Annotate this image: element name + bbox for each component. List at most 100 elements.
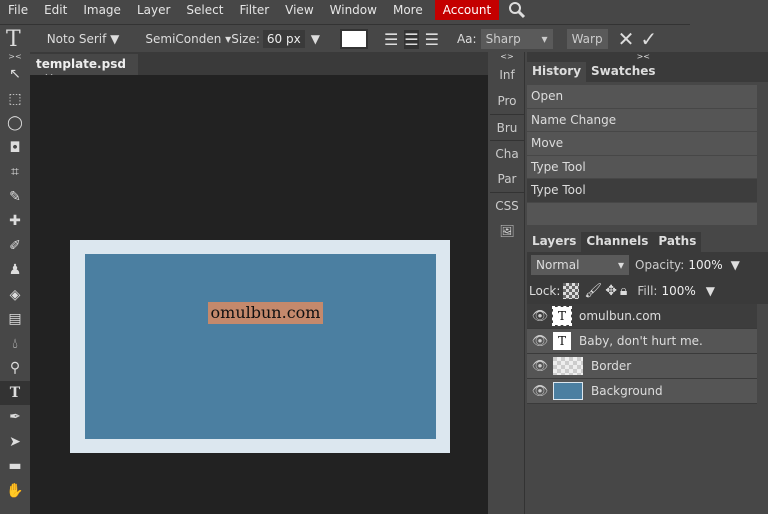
chevron-down-icon: ▾ (541, 32, 548, 46)
layer-row[interactable]: 👁︎ T Baby, don't hurt me. (527, 329, 757, 354)
hand-tool-icon[interactable]: ✋ (0, 479, 30, 504)
fill-label: Fill: (637, 284, 658, 298)
layer-name: omulbun.com (579, 309, 662, 323)
menu-account[interactable]: Account (434, 0, 500, 20)
layers-list: 👁︎ T omulbun.com 👁︎ T Baby, don't hurt m… (527, 304, 768, 404)
text-layer-omulbun[interactable]: omulbun.com (208, 302, 323, 324)
right-panels: >< History Swatches Open Name Change Mov… (527, 52, 768, 514)
search-icon[interactable] (507, 0, 527, 20)
document-tab-bar: template.psd ✕ (30, 52, 488, 85)
layer-row[interactable]: 👁︎ T omulbun.com (527, 304, 757, 329)
antialias-value: Sharp (485, 32, 521, 46)
font-style-select[interactable]: SemiConden ▾ (145, 32, 231, 46)
antialias-select[interactable]: Sharp ▾ (480, 29, 553, 49)
fill-input[interactable]: 100% (657, 282, 700, 300)
font-size-input[interactable]: 60 px (262, 30, 305, 48)
opacity-dropdown-icon[interactable]: ▼ (731, 258, 740, 272)
align-left-icon[interactable]: ☰ (384, 30, 398, 49)
tab-paths[interactable]: Paths (653, 232, 702, 252)
layer-name: Baby, don't hurt me. (579, 334, 703, 348)
menu-image[interactable]: Image (75, 0, 129, 20)
opacity-input[interactable]: 100% (684, 256, 727, 274)
expand-icon[interactable]: <> (490, 52, 524, 62)
layer-row[interactable]: 👁︎ Border (527, 354, 757, 379)
lasso-tool-icon[interactable]: ◯ (0, 111, 30, 136)
warp-button[interactable]: Warp (566, 29, 608, 49)
blur-tool-icon[interactable]: 💧︎ (0, 332, 30, 357)
opacity-label: Opacity: (635, 258, 685, 272)
layer-row[interactable]: 👁︎ Background (527, 379, 757, 404)
layer-name: Background (591, 384, 663, 398)
panel-brush[interactable]: Bru (490, 114, 524, 140)
panel-paragraph[interactable]: Par (490, 166, 524, 192)
eye-icon[interactable]: 👁︎ (527, 384, 553, 399)
image-icon[interactable]: 🖼︎ (490, 218, 524, 244)
canvas-fill: omulbun.com (85, 254, 436, 439)
tab-layers[interactable]: Layers (527, 232, 582, 252)
dodge-tool-icon[interactable]: ⚲ (0, 356, 30, 381)
blend-mode-select[interactable]: Normal ▾ (531, 255, 629, 275)
rectangle-tool-icon[interactable]: ▬ (0, 454, 30, 479)
brush-tool-icon[interactable]: ✐ (0, 234, 30, 259)
history-item[interactable]: Type Tool (527, 179, 757, 203)
lock-label: Lock: (529, 284, 561, 298)
size-dropdown-arrow[interactable]: ▼ (311, 32, 320, 46)
history-item[interactable]: Name Change (527, 108, 757, 132)
pen-tool-icon[interactable]: ✒ (0, 405, 30, 430)
menu-select[interactable]: Select (178, 0, 231, 20)
lock-transparency-icon[interactable] (563, 283, 580, 299)
align-right-icon[interactable]: ☰ (425, 30, 439, 49)
lock-move-icon[interactable]: ✥ (605, 283, 617, 299)
cancel-icon[interactable]: ✕ (618, 27, 635, 51)
panel-character[interactable]: Cha (490, 140, 524, 166)
tab-swatches[interactable]: Swatches (586, 62, 661, 82)
type-tool-icon[interactable]: T (0, 380, 30, 405)
panel-css[interactable]: CSS (490, 192, 524, 218)
align-center-icon[interactable]: ☰ (404, 29, 419, 49)
gradient-tool-icon[interactable]: ▤ (0, 307, 30, 332)
history-tabs: History Swatches (527, 62, 768, 82)
eye-icon[interactable]: 👁︎ (527, 309, 553, 324)
commit-icon[interactable]: ✓ (640, 27, 657, 51)
tab-history[interactable]: History (527, 62, 587, 82)
collapse-toolbar-icon[interactable]: >< (0, 52, 30, 62)
size-label: Size: (231, 32, 260, 46)
canvas-area[interactable]: omulbun.com (30, 75, 488, 514)
history-item[interactable]: Type Tool (527, 155, 757, 179)
marquee-tool-icon[interactable]: ⬚ (0, 87, 30, 112)
history-item[interactable]: Open (527, 85, 757, 109)
menu-filter[interactable]: Filter (231, 0, 277, 20)
tab-channels[interactable]: Channels (581, 232, 654, 252)
eraser-tool-icon[interactable]: ◈ (0, 283, 30, 308)
move-tool-icon[interactable]: ↖ (0, 62, 30, 87)
lock-all-icon[interactable]: 🔒︎ (620, 283, 627, 299)
document-tab-label: template.psd (36, 57, 126, 71)
font-family-select[interactable]: Noto Serif ▼ (47, 32, 120, 46)
history-empty (527, 202, 757, 226)
document-canvas[interactable]: omulbun.com (70, 240, 450, 453)
menu-file[interactable]: File (0, 0, 36, 20)
history-item[interactable]: Move (527, 132, 757, 156)
menu-window[interactable]: Window (322, 0, 385, 20)
collapse-panels-icon[interactable]: >< (527, 52, 768, 62)
crop-tool-icon[interactable]: ⌗ (0, 160, 30, 185)
eyedropper-tool-icon[interactable]: ✎ (0, 185, 30, 210)
healing-tool-icon[interactable]: ✚ (0, 209, 30, 234)
lock-row: Lock: 🖌︎ ✥ 🔒︎ Fill: 100% ▼ (527, 278, 768, 304)
menu-edit[interactable]: Edit (36, 0, 75, 20)
menu-view[interactable]: View (277, 0, 321, 20)
quick-select-tool-icon[interactable]: ◘ (0, 136, 30, 161)
panel-info[interactable]: Inf (490, 62, 524, 88)
lock-brush-icon[interactable]: 🖌︎ (584, 283, 602, 299)
text-color-swatch[interactable] (339, 29, 368, 49)
document-tab[interactable]: template.psd ✕ (30, 54, 138, 85)
menu-layer[interactable]: Layer (129, 0, 178, 20)
path-select-tool-icon[interactable]: ➤ (0, 430, 30, 455)
fill-dropdown-icon[interactable]: ▼ (706, 284, 715, 298)
menu-more[interactable]: More (385, 0, 431, 20)
eye-icon[interactable]: 👁︎ (527, 359, 553, 374)
text-layer-thumb: T (552, 306, 572, 326)
panel-properties[interactable]: Pro (490, 88, 524, 114)
stamp-tool-icon[interactable]: ♟ (0, 258, 30, 283)
eye-icon[interactable]: 👁︎ (527, 334, 553, 349)
